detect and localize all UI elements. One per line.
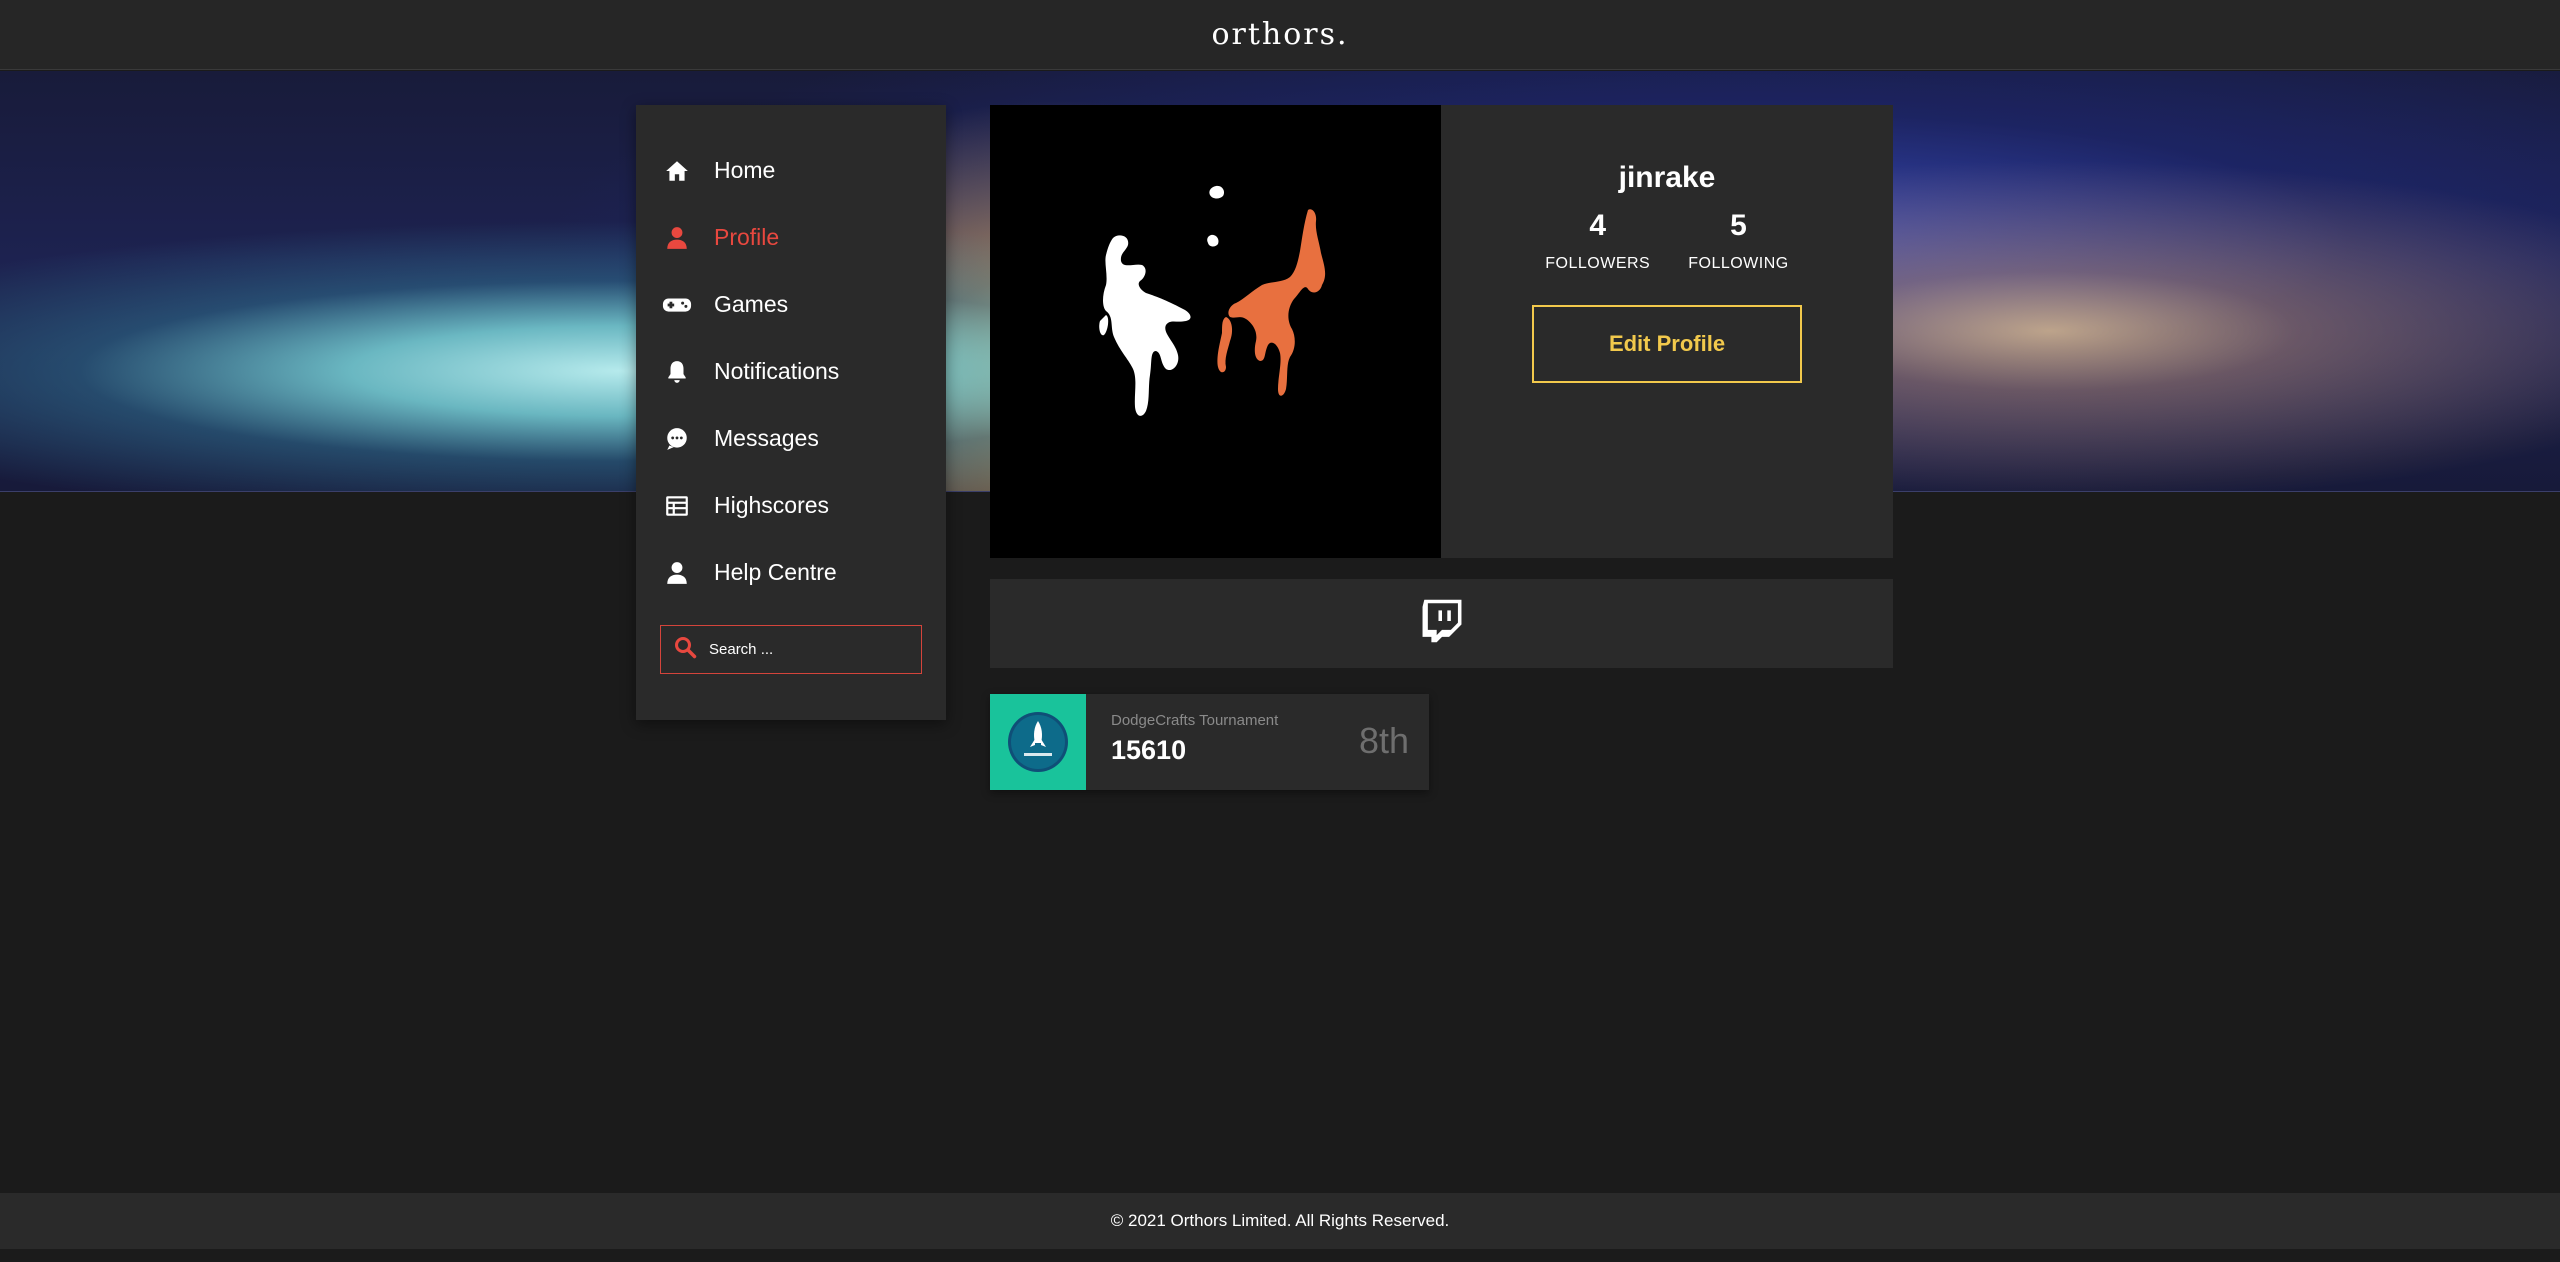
- followers-label: FOLLOWERS: [1545, 255, 1651, 272]
- edit-profile-button[interactable]: Edit Profile: [1532, 305, 1802, 383]
- sidebar: Home Profile Games Notifications Message…: [636, 105, 946, 720]
- avatar-image: [1099, 185, 1326, 416]
- social-links-bar: [990, 579, 1893, 668]
- sidebar-item-label: Help Centre: [714, 559, 837, 585]
- avatar[interactable]: [990, 105, 1441, 558]
- profile-card: jinrake 4 FOLLOWERS 5 FOLLOWING Edit Pro…: [990, 105, 1893, 558]
- following-label: FOLLOWING: [1688, 255, 1789, 272]
- following-stat[interactable]: 5 FOLLOWING: [1688, 209, 1789, 273]
- bell-icon: [662, 357, 692, 387]
- game-logo-icon: [1008, 712, 1068, 772]
- help-user-icon: [662, 558, 692, 588]
- sidebar-item-label: Games: [714, 291, 789, 317]
- sidebar-item-label: Home: [714, 157, 776, 183]
- home-icon: [662, 156, 692, 186]
- profile-info: jinrake 4 FOLLOWERS 5 FOLLOWING Edit Pro…: [1441, 105, 1893, 558]
- following-count: 5: [1730, 209, 1747, 242]
- username: jinrake: [1618, 161, 1716, 194]
- brand-logo[interactable]: orthors.: [1211, 17, 1348, 52]
- sidebar-item-home[interactable]: Home: [636, 137, 946, 204]
- rank-badge: 8th: [1358, 720, 1409, 761]
- sidebar-item-label: Notifications: [714, 358, 840, 384]
- top-bar: orthors.: [0, 0, 2560, 70]
- score-card[interactable]: DodgeCrafts Tournament 15610 8th: [990, 694, 1429, 790]
- sidebar-item-messages[interactable]: Messages: [636, 405, 946, 472]
- table-icon: [662, 491, 692, 521]
- followers-stat[interactable]: 4 FOLLOWERS: [1545, 209, 1650, 273]
- chat-icon: [662, 424, 692, 454]
- sidebar-item-notifications[interactable]: Notifications: [636, 338, 946, 405]
- score-info: DodgeCrafts Tournament 15610 8th: [1086, 694, 1429, 790]
- sidebar-item-profile[interactable]: Profile: [636, 204, 946, 271]
- sidebar-item-games[interactable]: Games: [636, 271, 946, 338]
- copyright-text: © 2021 Orthors Limited. All Rights Reser…: [1110, 1211, 1450, 1230]
- sidebar-item-help-centre[interactable]: Help Centre: [636, 539, 946, 606]
- profile-stats: 4 FOLLOWERS 5 FOLLOWING: [1545, 209, 1788, 273]
- sidebar-item-label: Profile: [714, 224, 780, 250]
- gamepad-icon: [662, 290, 692, 320]
- twitch-icon[interactable]: [1420, 598, 1464, 649]
- search-box[interactable]: [660, 625, 922, 674]
- footer: © 2021 Orthors Limited. All Rights Reser…: [0, 1193, 2560, 1249]
- sidebar-item-highscores[interactable]: Highscores: [636, 472, 946, 539]
- followers-count: 4: [1589, 209, 1607, 242]
- search-input[interactable]: [707, 640, 907, 659]
- sidebar-item-label: Messages: [714, 425, 819, 451]
- sidebar-item-label: Highscores: [714, 492, 830, 518]
- game-thumbnail: [990, 694, 1086, 790]
- search-icon: [673, 635, 707, 664]
- user-icon: [662, 223, 692, 253]
